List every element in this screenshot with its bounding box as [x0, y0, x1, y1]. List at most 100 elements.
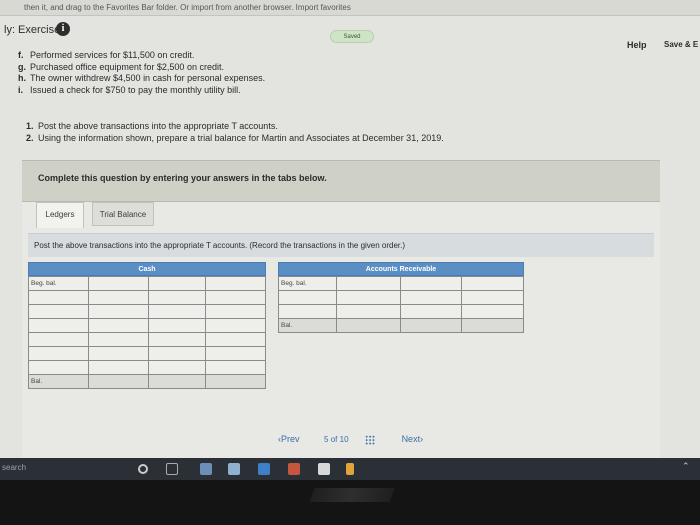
- instruction-list: 1. Post the above transactions into the a…: [26, 121, 444, 144]
- chevron-up-icon[interactable]: ⌃: [682, 461, 694, 473]
- cash-bal-input[interactable]: [87, 374, 149, 389]
- transaction-item: h. The owner withdrew $4,500 in cash for …: [18, 73, 266, 83]
- cash-cell[interactable]: [205, 374, 266, 389]
- cash-cell[interactable]: [205, 360, 266, 375]
- ar-cell[interactable]: [335, 304, 401, 319]
- prev-button[interactable]: ‹ Prev: [278, 434, 300, 444]
- ar-cell[interactable]: [399, 304, 463, 319]
- chevron-right-icon: ›: [420, 434, 424, 444]
- cash-cell[interactable]: [147, 318, 207, 333]
- table-row: Beg. bal.: [278, 276, 524, 291]
- ar-cell[interactable]: [461, 318, 524, 333]
- edge-icon[interactable]: [258, 463, 270, 475]
- cash-cell[interactable]: [147, 290, 207, 305]
- table-row: Bal.: [28, 374, 266, 389]
- cash-cell[interactable]: [28, 318, 89, 333]
- exercise-title: ly: Exercise: [4, 24, 61, 36]
- ar-bal-input[interactable]: [335, 318, 401, 333]
- ar-cell[interactable]: [399, 318, 463, 333]
- beg-bal-label: Beg. bal.: [28, 276, 89, 291]
- ar-cell[interactable]: [335, 276, 401, 291]
- bal-label: Bal.: [278, 318, 337, 333]
- cash-cell[interactable]: [28, 346, 89, 361]
- table-row: [28, 290, 266, 305]
- media-icon[interactable]: [318, 463, 330, 475]
- tab-ledgers[interactable]: Ledgers: [36, 202, 84, 228]
- ar-cell[interactable]: [461, 304, 524, 319]
- ar-cell[interactable]: [278, 290, 337, 305]
- cash-cell[interactable]: [87, 318, 149, 333]
- table-row: [28, 304, 266, 319]
- transaction-item: f. Performed services for $11,500 on cred…: [18, 50, 195, 60]
- table-row: Bal.: [278, 318, 524, 333]
- cash-cell[interactable]: [147, 374, 207, 389]
- cash-header: Cash: [28, 262, 266, 276]
- app-icon[interactable]: [346, 463, 354, 475]
- question-panel: Ledgers Trial Balance Post the above tra…: [22, 202, 660, 458]
- instruction-item: 2. Using the information shown, prepare a…: [26, 132, 444, 143]
- info-icon[interactable]: i: [56, 22, 70, 36]
- cash-cell[interactable]: [87, 304, 149, 319]
- cash-cell[interactable]: [147, 304, 207, 319]
- table-row: [28, 318, 266, 333]
- transaction-list: f. Performed services for $11,500 on cred…: [18, 50, 265, 96]
- store-icon[interactable]: [228, 463, 240, 475]
- cash-cell[interactable]: [205, 332, 266, 347]
- os-taskbar: search ⌃: [0, 458, 700, 480]
- cash-cell[interactable]: [147, 332, 207, 347]
- help-link[interactable]: Help: [627, 40, 647, 50]
- brand-logo-icon: [309, 488, 395, 502]
- ar-cell[interactable]: [399, 276, 463, 291]
- cash-cell[interactable]: [205, 318, 266, 333]
- favorites-bar: then it, and drag to the Favorites Bar f…: [0, 0, 700, 16]
- ar-cell[interactable]: [335, 290, 401, 305]
- files-icon[interactable]: [200, 463, 212, 475]
- cash-cell[interactable]: [28, 290, 89, 305]
- task-view-icon[interactable]: [166, 463, 178, 475]
- cash-cell[interactable]: [205, 290, 266, 305]
- save-exit-link[interactable]: Save & E: [664, 40, 698, 49]
- cash-cell[interactable]: [87, 332, 149, 347]
- cash-cell[interactable]: [205, 346, 266, 361]
- cash-t-account: Cash Beg. bal. Bal.: [28, 262, 266, 389]
- cash-credit-label-input[interactable]: [147, 276, 207, 291]
- saved-badge: Saved: [330, 30, 374, 43]
- table-row: [278, 304, 524, 319]
- table-row: [278, 290, 524, 305]
- transaction-item: i. Issued a check for $750 to pay the mon…: [18, 84, 241, 95]
- cash-credit-input[interactable]: [205, 276, 266, 291]
- cash-cell[interactable]: [147, 346, 207, 361]
- ar-cell[interactable]: [278, 304, 337, 319]
- cash-cell[interactable]: [147, 360, 207, 375]
- cash-cell[interactable]: [87, 360, 149, 375]
- cortana-icon[interactable]: [138, 464, 148, 474]
- ar-cell[interactable]: [461, 276, 524, 291]
- taskbar-search[interactable]: search: [2, 463, 26, 472]
- ar-cell[interactable]: [461, 290, 524, 305]
- accounts-receivable-table: Beg. bal. Bal.: [278, 276, 524, 333]
- instruction-item: 1. Post the above transactions into the a…: [26, 121, 278, 131]
- cash-cell[interactable]: [28, 332, 89, 347]
- grid-view-icon[interactable]: [365, 434, 376, 445]
- cash-cell[interactable]: [87, 346, 149, 361]
- tab-trial-balance[interactable]: Trial Balance: [92, 202, 154, 226]
- page-indicator: 5 of 10: [324, 435, 349, 444]
- powerpoint-icon[interactable]: [288, 463, 300, 475]
- complete-question-banner: Complete this question by entering your …: [22, 160, 660, 202]
- laptop-bezel: [0, 480, 700, 525]
- pagination: ‹ Prev 5 of 10 Next ›: [278, 434, 423, 445]
- ar-cell[interactable]: [399, 290, 463, 305]
- cash-cell[interactable]: [28, 360, 89, 375]
- cash-debit-input[interactable]: [87, 276, 149, 291]
- cash-cell[interactable]: [205, 304, 266, 319]
- screen: then it, and drag to the Favorites Bar f…: [0, 0, 700, 458]
- table-row: [28, 332, 266, 347]
- favorites-bar-text[interactable]: then it, and drag to the Favorites Bar f…: [24, 3, 351, 12]
- transaction-item: g. Purchased office equipment for $2,500 …: [18, 61, 224, 72]
- next-button[interactable]: Next ›: [402, 434, 424, 444]
- cash-cell[interactable]: [87, 290, 149, 305]
- complete-question-text: Complete this question by entering your …: [38, 173, 327, 183]
- beg-bal-label: Beg. bal.: [278, 276, 337, 291]
- cash-cell[interactable]: [28, 304, 89, 319]
- table-row: [28, 346, 266, 361]
